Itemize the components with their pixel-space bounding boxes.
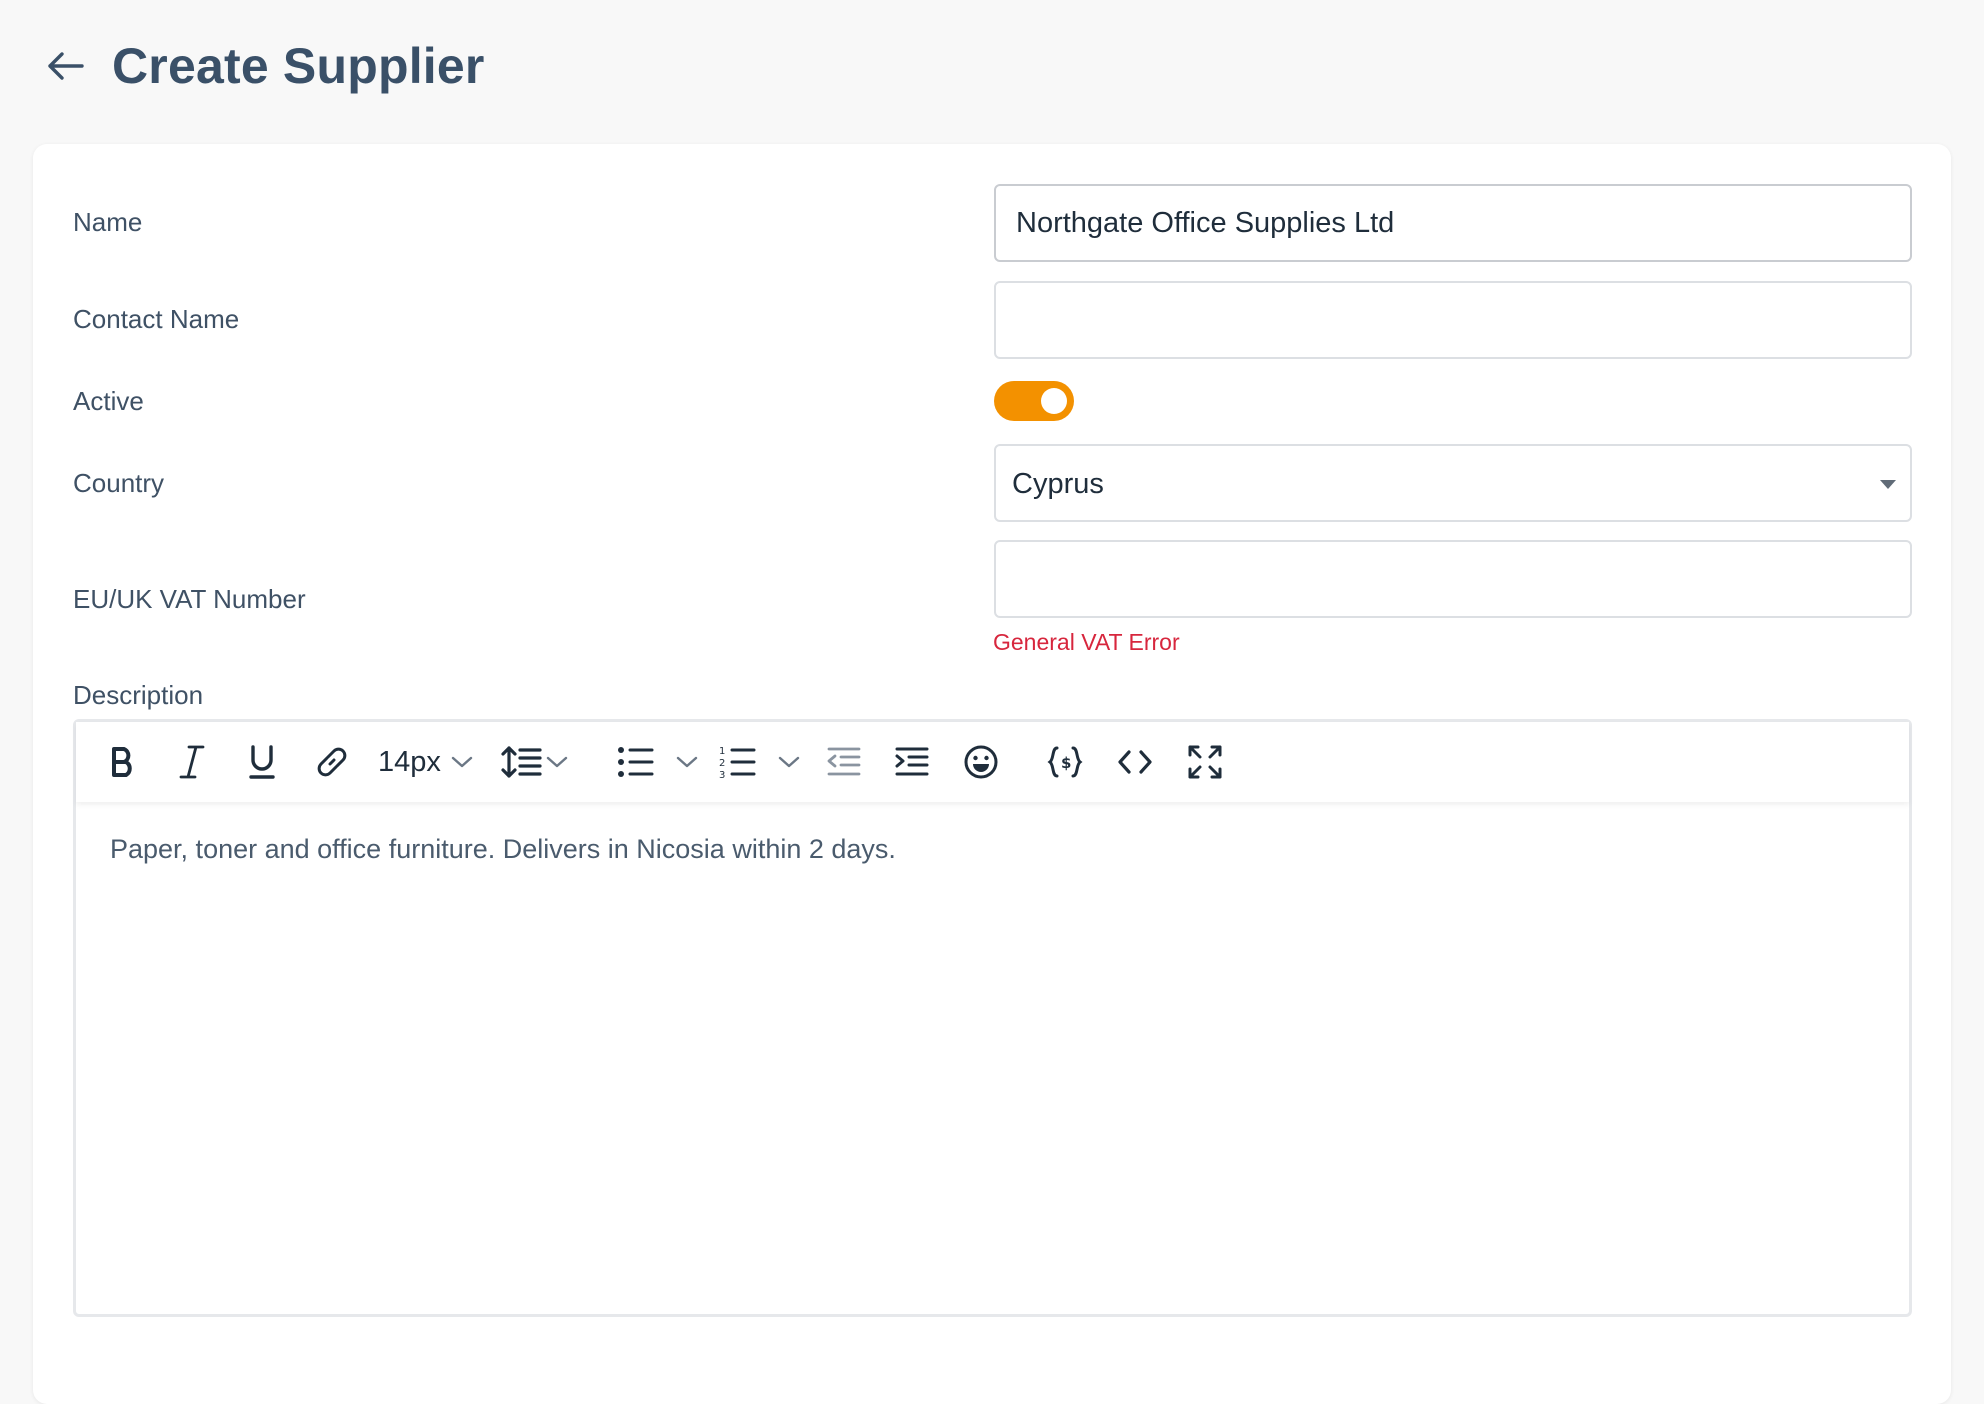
bold-icon: [112, 747, 132, 777]
indent-button[interactable]: [888, 740, 934, 784]
active-label: Active: [73, 386, 144, 416]
arrow-left-icon: [48, 52, 84, 80]
page-title: Create Supplier: [112, 38, 485, 94]
outdent-button[interactable]: [820, 740, 866, 784]
fullscreen-button[interactable]: [1182, 740, 1228, 784]
emoji-icon: [964, 745, 998, 779]
caret-down-icon: [1880, 480, 1896, 489]
vat-number-input[interactable]: [994, 540, 1912, 618]
variables-icon: $: [1047, 746, 1083, 778]
outdent-icon: [827, 747, 861, 776]
svg-text:1: 1: [719, 746, 725, 757]
editor-toolbar: 14px 1 2 3 $: [76, 722, 1909, 802]
country-select[interactable]: Cyprus: [994, 444, 1912, 522]
bold-button[interactable]: [100, 740, 144, 784]
code-view-icon: [1118, 750, 1152, 774]
name-label: Name: [73, 207, 143, 237]
contact-name-label: Contact Name: [73, 304, 240, 334]
name-input[interactable]: [994, 184, 1912, 262]
svg-text:$: $: [1061, 754, 1071, 772]
line-height-select[interactable]: [500, 740, 576, 784]
emoji-button[interactable]: [958, 740, 1004, 784]
underline-icon: [249, 745, 275, 779]
line-height-icon: [501, 746, 542, 778]
chevron-down-icon: [546, 756, 568, 768]
description-editor: 14px 1 2 3 $ Paper, toner and office fur…: [73, 719, 1912, 1317]
indent-icon: [895, 747, 929, 776]
link-button[interactable]: [308, 740, 356, 784]
country-label: Country: [73, 468, 165, 498]
description-label: Description: [73, 680, 204, 710]
vat-number-label: EU/UK VAT Number: [73, 584, 306, 614]
italic-button[interactable]: [170, 740, 214, 784]
editor-content[interactable]: Paper, toner and office furniture. Deliv…: [110, 834, 1875, 865]
link-icon: [317, 747, 347, 777]
bullet-list-icon: [618, 747, 654, 777]
back-button[interactable]: [40, 41, 90, 91]
underline-button[interactable]: [240, 740, 284, 784]
svg-text:3: 3: [719, 770, 725, 780]
font-size-value: 14px: [378, 745, 441, 778]
active-toggle[interactable]: [994, 381, 1074, 421]
font-size-select[interactable]: 14px: [378, 740, 478, 784]
chevron-down-icon: [778, 756, 800, 768]
numbered-list-icon: 1 2 3: [719, 746, 756, 780]
contact-name-input[interactable]: [994, 281, 1912, 359]
country-selected-value: Cyprus: [1012, 468, 1104, 500]
supplier-form-card: Name Contact Name Active Country Cyprus …: [33, 144, 1951, 1404]
vat-error-message: General VAT Error: [993, 629, 1180, 655]
page-header: Create Supplier: [40, 28, 485, 104]
code-view-button[interactable]: [1112, 740, 1158, 784]
fullscreen-icon: [1188, 745, 1222, 779]
toggle-knob: [1041, 388, 1067, 414]
chevron-down-icon: [676, 756, 698, 768]
chevron-down-icon: [451, 756, 473, 768]
svg-text:2: 2: [719, 758, 725, 769]
bullet-list-select[interactable]: [616, 740, 706, 784]
numbered-list-select[interactable]: 1 2 3: [718, 740, 808, 784]
italic-icon: [179, 745, 205, 779]
variables-button[interactable]: $: [1042, 740, 1088, 784]
